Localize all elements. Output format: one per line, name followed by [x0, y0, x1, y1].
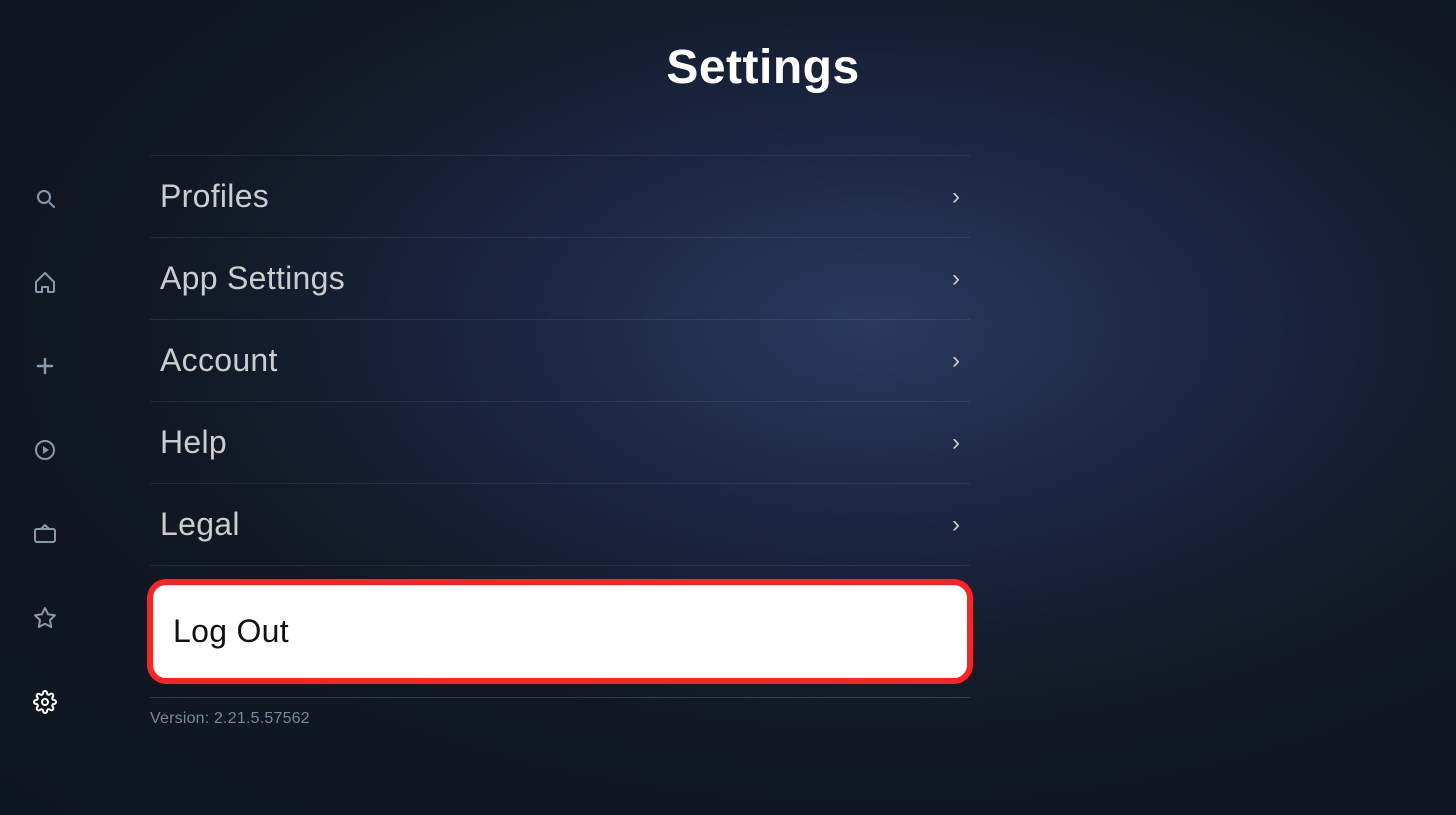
- chevron-right-icon-help: ›: [952, 429, 960, 457]
- menu-item-label-profiles: Profiles: [160, 178, 269, 215]
- menu-list: Profiles›App Settings›Account›Help›Legal…: [150, 155, 970, 566]
- menu-item-label-account: Account: [160, 342, 278, 379]
- chevron-right-icon-account: ›: [952, 347, 960, 375]
- sidebar-item-settings[interactable]: [27, 684, 63, 720]
- sidebar-item-movies[interactable]: [27, 432, 63, 468]
- sidebar: [0, 0, 90, 815]
- page-title: Settings: [150, 40, 1376, 95]
- menu-item-profiles[interactable]: Profiles ›: [150, 155, 970, 238]
- logout-label: Log Out: [173, 613, 289, 650]
- chevron-right-icon-app-settings: ›: [952, 265, 960, 293]
- sidebar-item-home[interactable]: [27, 264, 63, 300]
- logout-button[interactable]: Log Out: [150, 582, 970, 681]
- menu-item-account[interactable]: Account ›: [150, 320, 970, 402]
- chevron-right-icon-profiles: ›: [952, 183, 960, 211]
- menu-item-label-legal: Legal: [160, 506, 240, 543]
- sidebar-item-tv[interactable]: [27, 516, 63, 552]
- sidebar-item-search[interactable]: [27, 180, 63, 216]
- sidebar-item-add[interactable]: [27, 348, 63, 384]
- chevron-right-icon-legal: ›: [952, 511, 960, 539]
- version-text: Version: 2.21.5.57562: [150, 710, 310, 728]
- menu-item-help[interactable]: Help ›: [150, 402, 970, 484]
- menu-item-legal[interactable]: Legal ›: [150, 484, 970, 566]
- divider: [150, 697, 970, 698]
- sidebar-item-favorites[interactable]: [27, 600, 63, 636]
- logout-container: Log Out: [150, 582, 970, 681]
- menu-item-label-app-settings: App Settings: [160, 260, 345, 297]
- menu-item-app-settings[interactable]: App Settings ›: [150, 238, 970, 320]
- main-content: Settings Profiles›App Settings›Account›H…: [90, 0, 1456, 815]
- menu-item-label-help: Help: [160, 424, 227, 461]
